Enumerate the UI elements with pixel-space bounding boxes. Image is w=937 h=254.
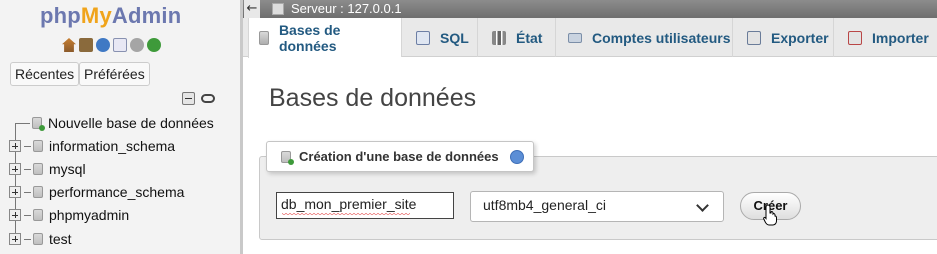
tree-item-mysql[interactable]: mysql xyxy=(9,159,86,179)
import-icon xyxy=(848,30,862,45)
server-breadcrumb-bar: ← Serveur : 127.0.0.1 xyxy=(243,0,937,18)
expand-icon[interactable] xyxy=(9,140,21,152)
sql-icon xyxy=(416,30,430,45)
expand-icon[interactable] xyxy=(9,186,21,198)
tree-branch xyxy=(24,168,31,170)
link-with-main-icon[interactable] xyxy=(201,94,215,103)
tree-item-label: phpmyadmin xyxy=(49,207,130,223)
docs-icon[interactable] xyxy=(113,38,127,52)
collapse-navigation-arrow-icon[interactable]: ← xyxy=(244,0,260,18)
tab-label: Comptes utilisateurs xyxy=(592,29,731,46)
user-accounts-icon xyxy=(568,32,582,43)
server-breadcrumb[interactable]: Serveur : 127.0.0.1 xyxy=(291,1,402,16)
database-icon xyxy=(33,233,43,245)
page-title: Bases de données xyxy=(269,84,477,112)
top-menu-tabs: Bases de données SQL État Comptes utilis… xyxy=(243,18,937,58)
favorites-button[interactable]: Préférées xyxy=(79,62,150,86)
tree-branch xyxy=(24,214,31,216)
expand-icon[interactable] xyxy=(9,163,21,175)
tab-label: SQL xyxy=(440,29,469,46)
tree-branch xyxy=(16,122,30,124)
database-icon xyxy=(33,186,43,198)
tab-status[interactable]: État xyxy=(477,18,555,57)
tree-item-new-database[interactable]: Nouvelle base de données xyxy=(9,113,214,133)
tree-item-phpmyadmin[interactable]: phpmyadmin xyxy=(9,205,129,225)
tab-databases[interactable]: Bases de données xyxy=(248,18,401,58)
chevron-down-icon xyxy=(696,199,709,212)
tree-item-test[interactable]: test xyxy=(9,229,72,249)
database-icon xyxy=(259,31,269,45)
tree-item-information-schema[interactable]: information_schema xyxy=(9,136,175,156)
new-database-icon xyxy=(281,150,294,165)
tree-item-label: information_schema xyxy=(49,138,176,154)
database-icon xyxy=(33,209,43,221)
new-database-icon xyxy=(32,117,45,131)
phpmyadmin-logo[interactable]: phpMyAdmin xyxy=(40,3,181,29)
hand-pointer-cursor-icon xyxy=(763,204,777,226)
collation-selected-value: utf8mb4_general_ci xyxy=(483,197,606,213)
exit-icon[interactable] xyxy=(79,38,93,52)
tree-item-performance-schema[interactable]: performance_schema xyxy=(9,182,184,202)
database-icon xyxy=(33,140,43,152)
home-icon[interactable] xyxy=(62,38,76,52)
tree-branch xyxy=(24,145,31,147)
database-icon xyxy=(33,163,43,175)
settings-icon[interactable] xyxy=(130,38,144,52)
legend-label: Création d'une base de données xyxy=(299,149,499,164)
export-icon xyxy=(747,30,761,45)
reload-icon[interactable] xyxy=(147,38,161,52)
tab-label: État xyxy=(516,29,543,46)
tree-item-label: Nouvelle base de données xyxy=(48,115,214,131)
collapse-all-icon[interactable] xyxy=(182,92,195,105)
help-icon[interactable] xyxy=(96,38,110,52)
navigation-panel: phpMyAdmin Récentes Préférées Nouvelle b… xyxy=(0,0,240,254)
server-icon xyxy=(272,3,284,15)
status-chart-icon xyxy=(492,30,506,45)
tree-item-label: performance_schema xyxy=(49,184,185,200)
tree-branch xyxy=(24,238,31,240)
help-icon[interactable] xyxy=(509,149,524,164)
tree-item-label: test xyxy=(49,231,72,247)
tab-import[interactable]: Importer xyxy=(833,18,937,57)
nav-icon-row xyxy=(62,38,161,52)
tab-sql[interactable]: SQL xyxy=(401,18,477,57)
expand-icon[interactable] xyxy=(9,233,21,245)
tab-label: Bases de données xyxy=(278,22,341,54)
collation-select[interactable]: utf8mb4_general_ci xyxy=(470,191,724,222)
tree-item-label: mysql xyxy=(49,161,86,177)
tab-export[interactable]: Exporter xyxy=(732,18,833,57)
tree-branch xyxy=(24,191,31,193)
tab-user-accounts[interactable]: Comptes utilisateurs xyxy=(555,18,732,57)
tab-label: Importer xyxy=(872,29,929,46)
expand-icon[interactable] xyxy=(9,209,21,221)
tab-label: Exporter xyxy=(771,29,829,46)
spellcheck-underline xyxy=(282,213,410,216)
recent-button[interactable]: Récentes xyxy=(10,62,80,86)
create-database-legend: Création d'une base de données xyxy=(266,141,534,172)
